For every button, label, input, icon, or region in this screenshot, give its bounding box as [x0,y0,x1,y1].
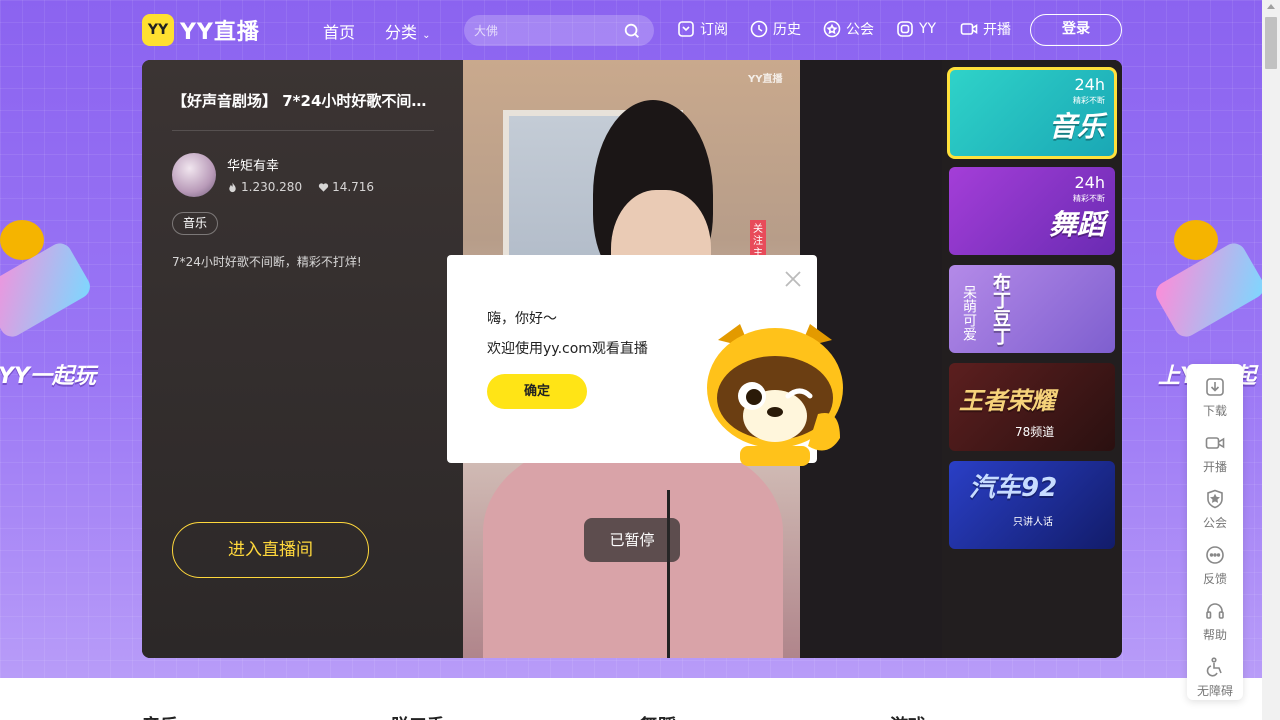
avatar[interactable] [172,153,216,197]
nav-yy-label: YY [919,21,937,37]
category-heading-game[interactable]: 游戏 [890,712,926,720]
channel-list: 24h 精彩不断 音乐 24h 精彩不断 舞蹈 呆萌可爱 布丁豆丁 王者荣耀 7… [942,60,1122,658]
tool-download[interactable]: 下载 [1187,368,1243,418]
search-icon[interactable] [623,22,641,40]
channel-sub: 78频道 [1015,425,1055,439]
nav-broadcast-label: 开播 [983,22,1011,38]
channel-label: 布丁豆丁 [990,273,1011,345]
video-camera-icon [960,23,978,35]
confirm-button[interactable]: 确定 [487,374,587,409]
tool-label: 帮助 [1202,628,1227,642]
logo-text: YY直播 [180,20,260,45]
video-camera-icon [1205,437,1225,449]
logo-badge: YY [142,14,174,46]
logo[interactable]: YY YY直播 [142,14,260,46]
heat-count: 1.230.280 [241,180,303,194]
chevron-down-icon: ⌄ [422,30,431,41]
clock-icon [750,20,768,38]
category-tag[interactable]: 音乐 [172,212,219,235]
channel-item-honor-of-kings[interactable]: 王者荣耀 78频道 [949,363,1115,451]
close-icon[interactable] [783,269,803,289]
channel-badge: 24h [1074,173,1106,192]
nav-history[interactable]: 历史 [749,19,801,39]
divider [172,130,434,131]
nav-guild[interactable]: 公会 [822,19,874,39]
nav-subscribe[interactable]: 订阅 [676,19,728,39]
nav-guild-label: 公会 [846,22,874,38]
flame-icon [229,181,236,192]
category-heading-music[interactable]: 音乐 [142,712,178,720]
channel-sub: 呆萌可爱 [961,285,977,341]
yy-app-icon [897,21,913,37]
nav-category[interactable]: 分类 ⌄ [385,19,431,43]
channel-item-music[interactable]: 24h 精彩不断 音乐 [947,67,1117,159]
nav-history-label: 历史 [773,22,801,38]
subscribe-icon [678,21,694,37]
channel-sub: 只讲人话 [1013,517,1053,528]
tool-help[interactable]: 帮助 [1187,592,1243,642]
paused-indicator[interactable]: 已暂停 [584,518,680,562]
shield-icon [823,20,841,38]
category-heading-talkshow[interactable]: 脱口秀 [391,712,445,720]
tool-label: 无障碍 [1196,684,1233,698]
tool-label: 下载 [1202,404,1227,418]
chat-bubble-icon [1206,546,1224,564]
mic-stand [667,490,670,658]
tool-label: 开播 [1202,460,1227,474]
search-box [464,15,654,46]
channel-item-car92[interactable]: 汽车92 只讲人话 [949,461,1115,549]
room-stats: 1.230.280 14.716 [227,180,374,194]
shield-icon [1207,489,1223,509]
anchor-name[interactable]: 华矩有幸 [227,155,279,174]
decoration-right [1151,220,1262,341]
channel-badge: 24h [1074,75,1106,94]
nav-home[interactable]: 首页 [323,19,355,43]
room-info: 【好声音剧场】 7*24小时好歌不间断，精彩不打烊！ 华矩有幸 1.230.28… [142,60,463,658]
raccoon-mascot-icon [707,324,843,466]
login-button[interactable]: 登录 [1030,14,1122,46]
tool-accessibility[interactable]: 无障碍 [1187,648,1243,698]
decoration-left [0,220,106,341]
category-heading-dance[interactable]: 舞蹈 [640,712,676,720]
decoration-text-left: YY一起玩 [0,364,96,389]
channel-label: 汽车92 [969,473,1058,503]
channel-item-dance[interactable]: 24h 精彩不断 舞蹈 [949,167,1115,255]
top-header: YY YY直播 首页 分类 ⌄ 订阅 历史 公会 YY 开播 登录 [0,0,1262,60]
page-scrollbar[interactable] [1262,0,1280,720]
channel-label: 音乐 [1048,110,1105,143]
video-watermark: YY直播 [748,74,783,85]
nav-subscribe-label: 订阅 [700,22,728,38]
channel-label: 舞蹈 [1048,208,1105,241]
headset-icon [1206,603,1224,619]
tool-label: 公会 [1202,516,1227,530]
channel-label: 王者荣耀 [959,387,1055,415]
enter-room-button[interactable]: 进入直播间 [172,522,369,578]
accessibility-icon [1206,657,1222,677]
dialog-message: 欢迎使用yy.com观看直播 [487,341,648,357]
tool-feedback[interactable]: 反馈 [1187,536,1243,586]
room-description: 7*24小时好歌不间断，精彩不打烊! [172,255,362,269]
nav-broadcast[interactable]: 开播 [959,19,1011,39]
heart-icon [318,182,329,192]
search-input[interactable] [474,21,614,41]
scroll-thumb[interactable] [1265,17,1277,69]
channel-item-pudding[interactable]: 呆萌可爱 布丁豆丁 [949,265,1115,353]
dialog-greeting: 嗨，你好～ [487,311,557,327]
tool-broadcast[interactable]: 开播 [1187,424,1243,474]
nav-category-label: 分类 [385,23,418,42]
download-icon [1206,378,1224,396]
tool-guild[interactable]: 公会 [1187,480,1243,530]
nav-yy[interactable]: YY [895,19,936,39]
tool-label: 反馈 [1202,572,1227,586]
room-title[interactable]: 【好声音剧场】 7*24小时好歌不间断，精彩不打烊！ [172,90,434,111]
like-count: 14.716 [332,180,375,194]
scroll-up-arrow-icon[interactable] [1267,4,1275,9]
side-toolbar: 下载 开播 公会 反馈 帮助 无障碍 [1187,364,1243,700]
